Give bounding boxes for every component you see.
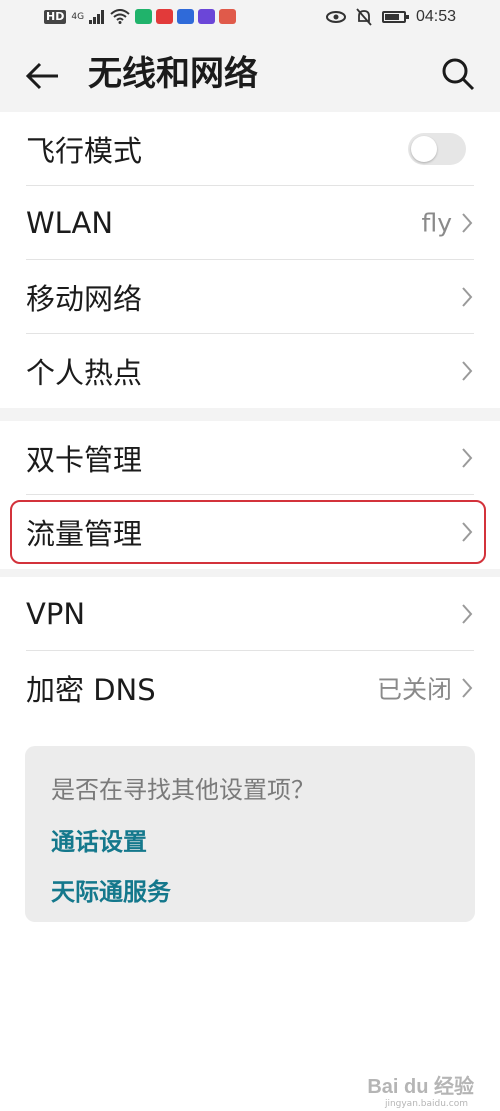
status-bar-left: HD 4G bbox=[44, 9, 237, 24]
cellular-signal-icon bbox=[89, 9, 105, 24]
settings-group-sim: 双卡管理 流量管理 bbox=[0, 421, 500, 569]
private-dns-value: 已关闭 bbox=[376, 675, 452, 704]
airplane-mode-row[interactable]: 飞行模式 bbox=[0, 112, 500, 186]
chevron-right-icon bbox=[462, 361, 473, 381]
settings-group-connectivity: 飞行模式 WLAN fly 移动网络 个人热点 bbox=[0, 112, 500, 408]
data-usage-label: 流量管理 bbox=[26, 517, 143, 551]
notification-app-icons bbox=[135, 9, 237, 24]
data-usage-row[interactable]: 流量管理 bbox=[0, 495, 500, 569]
search-icon[interactable] bbox=[440, 56, 476, 92]
app-icon-purple bbox=[198, 9, 216, 24]
chevron-right-icon bbox=[462, 678, 473, 698]
vpn-row[interactable]: VPN bbox=[0, 577, 500, 651]
app-icon-red bbox=[156, 9, 174, 24]
mobile-network-label: 移动网络 bbox=[26, 282, 143, 316]
status-bar: HD 4G 04:53 bbox=[0, 0, 500, 38]
eye-comfort-icon bbox=[325, 11, 346, 23]
app-icon-salmon bbox=[219, 9, 237, 24]
private-dns-row[interactable]: 加密 DNS 已关闭 bbox=[0, 651, 500, 725]
hotspot-label: 个人热点 bbox=[26, 356, 143, 390]
status-time: 04:53 bbox=[415, 8, 456, 25]
status-bar-right: 04:53 bbox=[325, 8, 456, 26]
vpn-label: VPN bbox=[26, 597, 86, 631]
dual-sim-row[interactable]: 双卡管理 bbox=[0, 421, 500, 495]
wlan-label: WLAN bbox=[26, 206, 114, 240]
chevron-right-icon bbox=[462, 522, 473, 542]
skytone-service-link[interactable]: 天际通服务 bbox=[51, 872, 171, 907]
network-type-label: 4G bbox=[71, 11, 85, 22]
wlan-row[interactable]: WLAN fly bbox=[0, 186, 500, 260]
chevron-right-icon bbox=[462, 448, 473, 468]
mobile-network-row[interactable]: 移动网络 bbox=[0, 260, 500, 334]
mute-bell-icon bbox=[356, 8, 372, 26]
toggle-knob bbox=[411, 136, 437, 162]
dual-sim-label: 双卡管理 bbox=[26, 443, 143, 477]
private-dns-label: 加密 DNS bbox=[26, 673, 156, 707]
wlan-value: fly bbox=[421, 208, 452, 238]
hd-badge: HD bbox=[44, 9, 67, 24]
app-icon-green bbox=[135, 9, 153, 24]
suggestions-card: 是否在寻找其他设置项？ 通话设置 天际通服务 bbox=[25, 746, 475, 922]
airplane-mode-label: 飞行模式 bbox=[26, 134, 143, 168]
chevron-right-icon bbox=[462, 213, 473, 233]
call-settings-link[interactable]: 通话设置 bbox=[51, 822, 147, 857]
app-icon-blue bbox=[177, 9, 195, 24]
hotspot-row[interactable]: 个人热点 bbox=[0, 334, 500, 408]
baidu-watermark-url: jingyan.baidu.com bbox=[384, 1099, 468, 1109]
back-arrow-icon[interactable] bbox=[22, 56, 62, 96]
chevron-right-icon bbox=[462, 287, 473, 307]
chevron-right-icon bbox=[462, 604, 473, 624]
app-bar: 无线和网络 bbox=[0, 38, 500, 112]
airplane-mode-toggle[interactable] bbox=[408, 133, 466, 165]
battery-icon bbox=[381, 11, 409, 23]
settings-group-security: VPN 加密 DNS 已关闭 bbox=[0, 577, 500, 725]
suggestions-question: 是否在寻找其他设置项？ bbox=[51, 776, 315, 804]
baidu-watermark: Bai du 经验 bbox=[367, 1076, 474, 1098]
page-title: 无线和网络 bbox=[88, 54, 258, 94]
wifi-icon bbox=[110, 9, 130, 24]
